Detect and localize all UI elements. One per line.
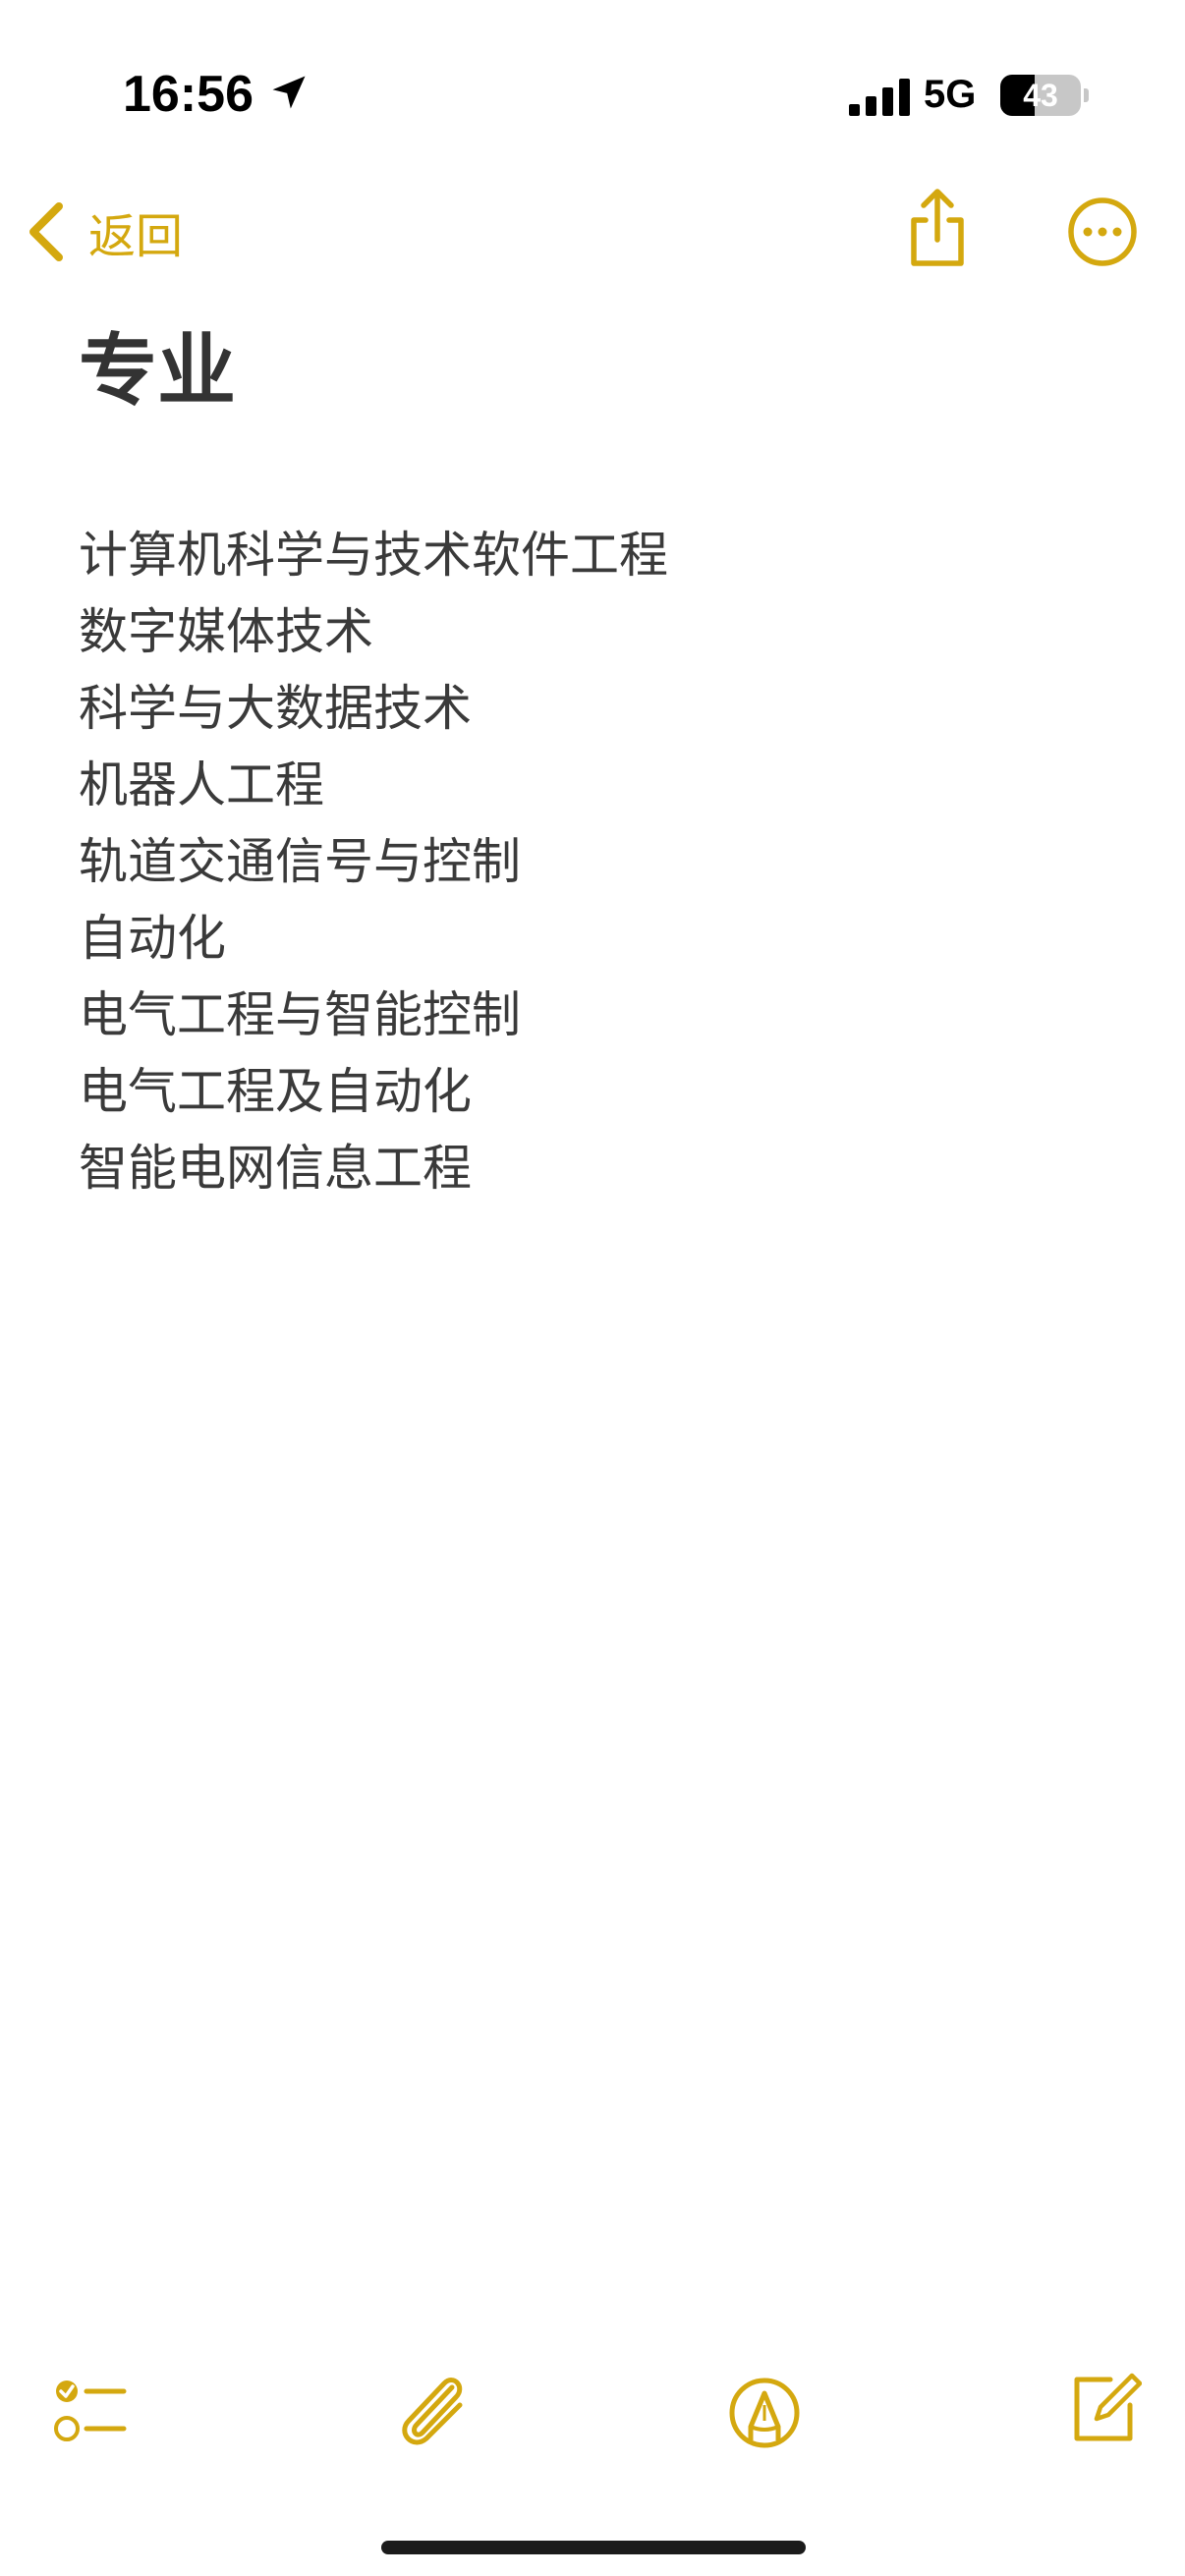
note-line: 机器人工程 — [79, 756, 324, 813]
note-line: 智能电网信息工程 — [79, 1140, 472, 1197]
battery-icon: 43 — [1000, 75, 1081, 116]
note-line: 计算机科学与技术软件工程 — [79, 527, 668, 584]
note-line: 科学与大数据技术 — [79, 680, 472, 737]
pen-tip-circle-icon[interactable] — [727, 2376, 802, 2450]
checklist-icon[interactable] — [51, 2372, 130, 2450]
note-line: 电气工程及自动化 — [79, 1063, 472, 1120]
network-type: 5G — [924, 73, 977, 116]
note-line: 自动化 — [79, 910, 226, 967]
status-time: 16:56 — [123, 66, 254, 123]
status-bar: 16:56 5G 43 — [0, 0, 1185, 187]
note-line: 电气工程与智能控制 — [79, 986, 521, 1043]
home-indicator — [381, 2541, 806, 2554]
chevron-left-icon — [29, 202, 63, 261]
note-body[interactable]: 计算机科学与技术软件工程 数字媒体技术 科学与大数据技术 机器人工程 轨道交通信… — [79, 517, 1110, 1206]
battery-cap — [1084, 88, 1089, 102]
back-label: 返回 — [88, 209, 184, 264]
location-arrow-icon — [272, 76, 306, 109]
note-line: 轨道交通信号与控制 — [79, 833, 521, 890]
battery-level: 43 — [1023, 78, 1058, 113]
note-line: 数字媒体技术 — [79, 603, 373, 660]
paperclip-icon[interactable] — [391, 2370, 470, 2452]
ellipsis-circle-icon[interactable] — [1067, 196, 1138, 267]
note-title[interactable]: 专业 — [79, 322, 236, 420]
share-icon[interactable] — [904, 187, 971, 269]
compose-icon[interactable] — [1067, 2368, 1142, 2446]
back-button[interactable]: 返回 — [22, 193, 183, 271]
cellular-signal-icon — [849, 79, 910, 116]
